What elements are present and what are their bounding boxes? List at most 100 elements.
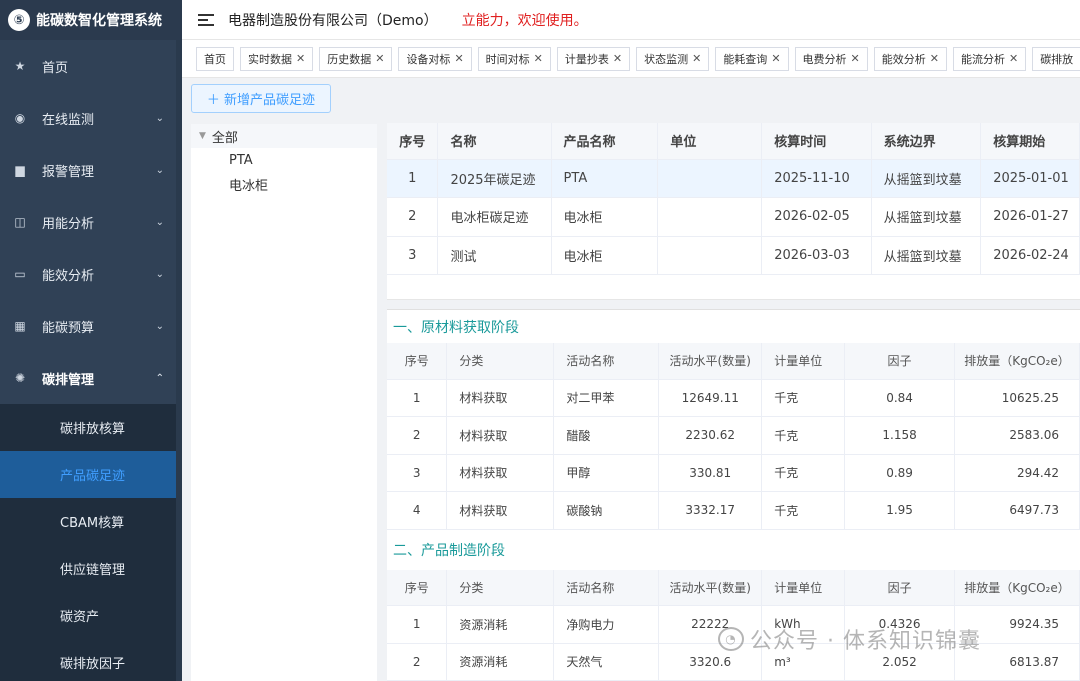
tag-label: 设备对标 [406, 52, 451, 66]
sidebar-item-monitoring[interactable]: ◉ 在线监测 ⌄ [0, 92, 182, 144]
table-row[interactable]: 1 2025年碳足迹 PTA 2025-11-10 从摇篮到坟墓 2025-01… [387, 159, 1080, 198]
tag-energy-flow[interactable]: 能流分析 ✕ [952, 46, 1027, 71]
sidebar-item-budget[interactable]: ▦ 能碳预算 ⌄ [0, 300, 182, 352]
close-icon[interactable]: ✕ [930, 52, 939, 65]
close-icon[interactable]: ✕ [296, 52, 305, 65]
tag-time-benchmark[interactable]: 时间对标 ✕ [477, 46, 551, 71]
table-cell: 3332.17 [658, 491, 763, 530]
table-cell: 甲醇 [553, 454, 660, 492]
sidebar-item-label: 能碳预算 [42, 320, 95, 336]
top-header: 电器制造股份有限公司（Demo） 立能力，欢迎使用。 [182, 0, 1080, 40]
tag-label: 实时数据 [248, 52, 292, 66]
sidebar-subitem-factors[interactable]: 碳排放因子 [0, 639, 182, 681]
tag-carbon[interactable]: 碳排放 [1032, 46, 1080, 71]
tag-label: 能流分析 [960, 52, 1005, 66]
tag-electricity-fee[interactable]: 电费分析 ✕ [794, 46, 868, 71]
tag-label: 碳排放 [1040, 52, 1074, 66]
table-row: 1 材料获取 对二甲苯 12649.11 千克 0.84 10625.25 [387, 379, 1080, 417]
table-cell: 6497.73 [954, 491, 1080, 530]
table-cell: 对二甲苯 [553, 379, 660, 417]
table-cell: 4 [387, 491, 448, 530]
close-icon[interactable]: ✕ [454, 52, 463, 65]
chevron-down-icon: ⌄ [155, 164, 164, 176]
table-header-row: 序号 分类 活动名称 活动水平(数量) 计量单位 因子 排放量（KgCO₂e） [387, 569, 1080, 606]
table-cell: 材料获取 [446, 491, 555, 530]
alarm-icon: ▆ [15, 163, 25, 177]
column-header: 因子 [844, 569, 955, 606]
column-header: 计量单位 [761, 343, 846, 380]
sidebar-item-label: 能效分析 [42, 268, 95, 284]
sidebar-subitem-supply-chain[interactable]: 供应链管理 [0, 545, 182, 592]
sidebar-item-carbon[interactable]: ✺ 碳排管理 ⌃ [0, 352, 182, 404]
menu-toggle-icon[interactable] [198, 13, 214, 26]
tree-node-all[interactable]: ▼ 全部 [191, 124, 377, 148]
chevron-down-icon: ⌄ [155, 216, 164, 228]
welcome-text: 立能力，欢迎使用。 [461, 12, 588, 29]
add-footprint-button[interactable]: ＋ 新增产品碳足迹 [191, 84, 331, 113]
table-cell: PTA [551, 159, 659, 198]
table-cell: 从摇篮到坟墓 [871, 236, 982, 275]
tag-consumption[interactable]: 能耗查询 ✕ [715, 46, 789, 71]
table-cell: 材料获取 [446, 379, 555, 417]
monitor-icon: ▭ [14, 267, 26, 281]
table-cell [657, 159, 763, 198]
column-header: 活动名称 [553, 343, 660, 380]
tag-device-benchmark[interactable]: 设备对标 ✕ [398, 46, 472, 71]
table-cell: 0.84 [844, 379, 955, 417]
close-icon[interactable]: ✕ [771, 52, 780, 65]
table-cell: 从摇篮到坟墓 [871, 197, 982, 237]
close-icon[interactable]: ✕ [613, 52, 622, 65]
table-cell: 2025年碳足迹 [437, 159, 552, 198]
table-cell: 资源消耗 [446, 605, 555, 644]
caret-down-icon[interactable]: ▼ [199, 131, 206, 141]
tree-node-freezer[interactable]: 电冰柜 [191, 172, 377, 196]
chevron-down-icon: ⌄ [155, 112, 164, 124]
table-cell: 1 [387, 605, 448, 644]
table-cell: 材料获取 [446, 416, 555, 455]
tag-realtime[interactable]: 实时数据 ✕ [240, 46, 314, 71]
sidebar-item-alarm[interactable]: ▆ 报警管理 ⌄ [0, 144, 182, 196]
tag-label: 历史数据 [327, 52, 372, 66]
sidebar-subitem-footprint[interactable]: 产品碳足迹 [0, 451, 182, 498]
tag-home[interactable]: 首页 [196, 46, 234, 71]
close-icon[interactable]: ✕ [375, 52, 384, 65]
sidebar-subitem-assets[interactable]: 碳资产 [0, 592, 182, 639]
tag-history[interactable]: 历史数据 ✕ [319, 46, 393, 71]
table-cell: 10625.25 [954, 379, 1080, 417]
tag-label: 电费分析 [802, 52, 847, 66]
table-cell: 0.89 [844, 454, 955, 492]
table-row[interactable]: 2 电冰柜碳足迹 电冰柜 2026-02-05 从摇篮到坟墓 2026-01-2… [387, 197, 1080, 237]
carbon-submenu: 碳排放核算 产品碳足迹 CBAM核算 供应链管理 碳资产 碳排放因子 [0, 404, 182, 681]
sidebar-subitem-accounting[interactable]: 碳排放核算 [0, 404, 182, 451]
table-row[interactable]: 3 测试 电冰柜 2026-03-03 从摇篮到坟墓 2026-02-24 [387, 236, 1080, 275]
tag-meter-reading[interactable]: 计量抄表 ✕ [556, 46, 631, 71]
section-title-raw-materials: 一、原材料获取阶段 [393, 319, 519, 336]
table-cell: 材料获取 [446, 454, 555, 492]
column-header: 分类 [446, 343, 555, 380]
tag-label: 计量抄表 [564, 52, 609, 66]
close-icon[interactable]: ✕ [851, 52, 860, 65]
sidebar-subitem-cbam[interactable]: CBAM核算 [0, 498, 182, 545]
table-cell: 净购电力 [553, 605, 660, 644]
tag-efficiency[interactable]: 能效分析 ✕ [873, 46, 947, 71]
table-cell: 电冰柜 [551, 197, 659, 237]
tag-status[interactable]: 状态监测 ✕ [636, 46, 710, 71]
close-icon[interactable]: ✕ [534, 52, 543, 65]
sidebar-item-efficiency[interactable]: ▭ 能效分析 ⌄ [0, 248, 182, 300]
close-icon[interactable]: ✕ [692, 52, 701, 65]
table-cell: 千克 [761, 379, 846, 417]
table-row: 4 材料获取 碳酸钠 3332.17 千克 1.95 6497.73 [387, 491, 1080, 530]
table-cell: 1 [387, 159, 439, 198]
table-cell: 2026-03-03 [761, 236, 872, 275]
table-cell: 从摇篮到坟墓 [871, 159, 982, 198]
sidebar: ⑤ 能碳数智化管理系统 ★ 首页 ◉ 在线监测 ⌄ ▆ 报警管理 ⌄ ◫ 用能分… [0, 0, 182, 681]
tags-view: 首页 实时数据 ✕ 历史数据 ✕ 设备对标 ✕ 时间对标 ✕ 计量抄表 ✕ 状态监测 ✕ 能… [182, 40, 1080, 78]
table-cell: 3 [387, 236, 439, 275]
sidebar-item-energy-analysis[interactable]: ◫ 用能分析 ⌄ [0, 196, 182, 248]
column-header: 产品名称 [551, 123, 659, 160]
table-cell: 千克 [761, 491, 846, 530]
close-icon[interactable]: ✕ [1009, 52, 1018, 65]
sidebar-item-home[interactable]: ★ 首页 [0, 40, 182, 92]
table-row: 2 材料获取 醋酸 2230.62 千克 1.158 2583.06 [387, 416, 1080, 455]
tree-node-pta[interactable]: PTA [191, 148, 377, 172]
